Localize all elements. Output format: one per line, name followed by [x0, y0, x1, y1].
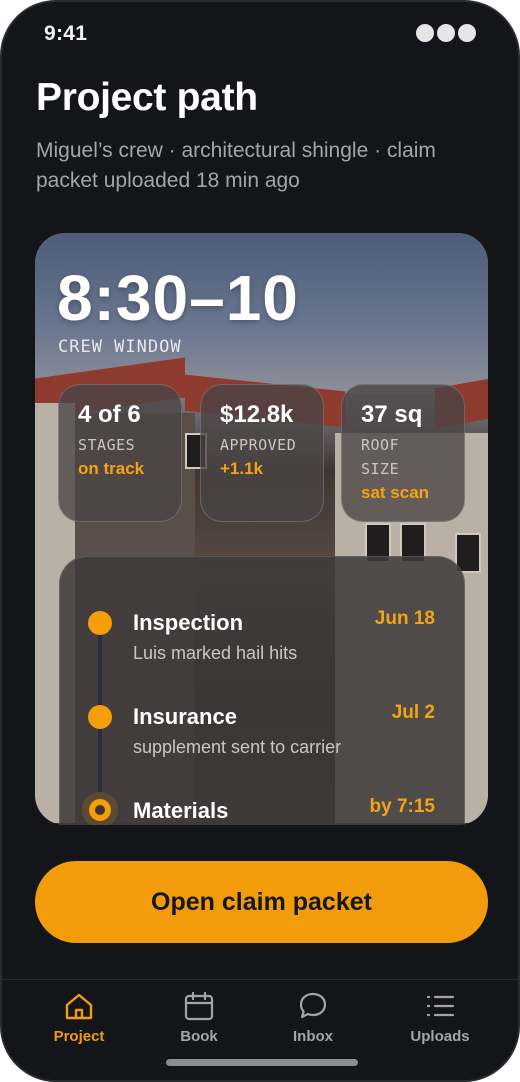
home-indicator[interactable]: [166, 1059, 358, 1066]
stat-value: $12.8k: [220, 401, 294, 428]
tab-book[interactable]: Book: [144, 990, 254, 1050]
timeline-dot-current: [82, 792, 118, 825]
crew-window-label: CREW WINDOW: [58, 337, 182, 357]
home-icon: [65, 993, 93, 1020]
timeline-title-insurance: Insurance: [133, 704, 237, 729]
timeline-date-insurance: Jul 2: [391, 702, 435, 723]
timeline-date-inspection: Jun 18: [374, 608, 435, 629]
status-time: 9:41: [44, 22, 88, 45]
timeline-panel[interactable]: Inspection Luis marked hail hits Jun 18 …: [59, 556, 465, 825]
tab-label: Uploads: [410, 1028, 470, 1045]
stat-stages[interactable]: 4 of 6 STAGES on track: [58, 384, 182, 522]
timeline-dot-done: [88, 611, 112, 635]
timeline-subtitle-inspection: Luis marked hail hits: [133, 643, 298, 663]
timeline-date-materials: by 7:15: [369, 796, 435, 817]
stat-label: STAGES: [78, 436, 136, 454]
page-subtitle: Miguel’s crew · architectural shingle · …: [36, 139, 436, 192]
tab-bar: Project Book Inbox Uploads: [2, 979, 518, 1080]
crew-window-time: 8:30–10: [57, 262, 299, 334]
more-dots-icon: [416, 24, 476, 42]
phone-frame: 9:41 Project path Miguel’s crew · archit…: [0, 0, 520, 1082]
page-title: Project path: [36, 76, 258, 119]
chat-bubble-icon: [299, 992, 327, 1019]
tab-inbox[interactable]: Inbox: [258, 990, 368, 1050]
open-claim-packet-button[interactable]: Open claim packet: [35, 861, 488, 943]
crew-window-card: 8:30–10 CREW WINDOW 4 of 6 STAGES on tra…: [35, 233, 488, 825]
tab-label: Book: [180, 1028, 218, 1045]
timeline-subtitle-insurance: supplement sent to carrier: [133, 737, 342, 757]
calendar-icon: [184, 991, 214, 1021]
stat-approved[interactable]: $12.8k APPROVED +1.1k: [200, 384, 324, 522]
stat-label: ROOF SIZE: [361, 436, 400, 478]
tab-project[interactable]: Project: [24, 990, 134, 1050]
tab-label: Inbox: [293, 1028, 333, 1045]
stat-value: 4 of 6: [78, 401, 141, 428]
timeline-dot-done: [88, 705, 112, 729]
tab-uploads[interactable]: Uploads: [385, 990, 495, 1050]
list-icon: [426, 995, 455, 1017]
stat-label: APPROVED: [220, 436, 297, 454]
tab-label: Project: [53, 1028, 105, 1045]
stat-value: 37 sq: [361, 401, 423, 428]
timeline-title-inspection: Inspection: [133, 610, 244, 635]
stat-accent: +1.1k: [220, 459, 264, 478]
timeline-title-materials: Materials: [133, 798, 229, 823]
stat-accent: on track: [78, 459, 145, 478]
stat-roof-size[interactable]: 37 sq ROOF SIZE sat scan: [341, 384, 465, 522]
stat-accent: sat scan: [361, 483, 430, 502]
